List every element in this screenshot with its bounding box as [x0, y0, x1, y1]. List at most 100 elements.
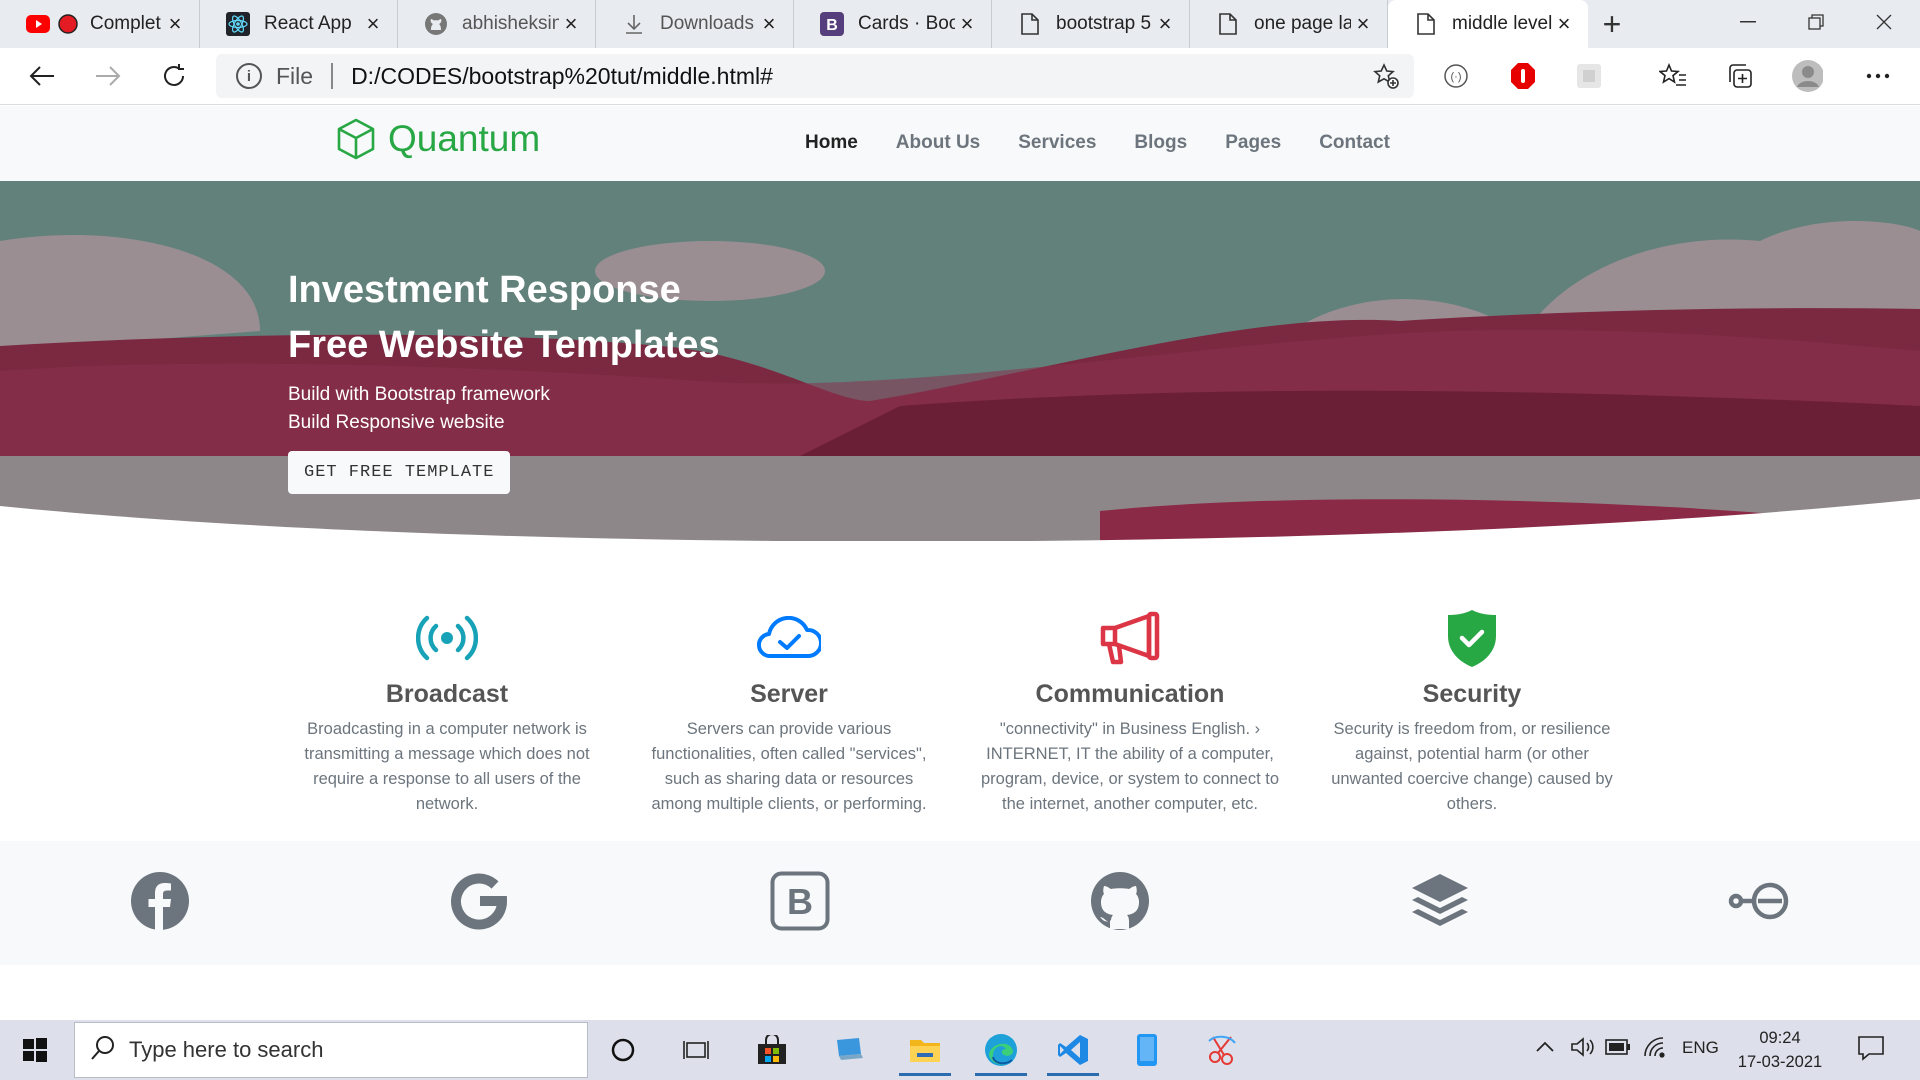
site-brand[interactable]: Quantum [336, 118, 540, 160]
store-icon[interactable] [752, 1030, 792, 1070]
task-view-icon[interactable] [676, 1030, 716, 1070]
hero-title-line-2: Free Website Templates [288, 324, 720, 366]
close-icon[interactable]: × [559, 11, 583, 36]
info-icon[interactable]: i [236, 63, 262, 89]
close-icon[interactable]: × [361, 11, 385, 36]
new-tab-button[interactable]: + [1588, 0, 1636, 48]
feature-title: Communication [1035, 680, 1225, 708]
nav-link-contact[interactable]: Contact [1300, 132, 1409, 154]
features-section: Broadcast Broadcasting in a computer net… [0, 606, 1920, 842]
more-menu-icon[interactable] [1862, 60, 1894, 92]
cloud-check-icon [639, 606, 939, 670]
system-clock[interactable]: 09:24 17-03-2021 [1730, 1026, 1830, 1074]
tab-middle-level[interactable]: middle level × [1388, 0, 1588, 48]
feature-communication: Communication "connectivity" in Business… [980, 606, 1280, 817]
tab-title: bootstrap 5 [1056, 13, 1152, 34]
clock-date: 17-03-2021 [1737, 1053, 1823, 1071]
recording-icon [56, 12, 80, 36]
taskbar-search-box[interactable]: Type here to search [74, 1022, 588, 1078]
minimize-icon[interactable] [1714, 0, 1782, 44]
google-icon[interactable] [445, 867, 513, 935]
vscode-icon[interactable] [1047, 1030, 1099, 1076]
nav-link-pages[interactable]: Pages [1206, 132, 1300, 154]
tab-downloads[interactable]: Downloads × [596, 0, 794, 48]
file-icon [1018, 12, 1042, 36]
file-icon [1414, 12, 1438, 36]
refresh-icon[interactable] [154, 56, 194, 96]
key-icon[interactable] [1726, 867, 1794, 935]
download-icon [622, 12, 646, 36]
battery-icon[interactable] [1605, 1039, 1631, 1060]
restore-icon[interactable] [1782, 0, 1850, 44]
nav-link-about-us[interactable]: About Us [877, 132, 999, 154]
close-icon[interactable]: × [955, 11, 979, 36]
favorites-icon[interactable] [1657, 60, 1689, 92]
youtube-icon [26, 12, 50, 36]
feature-text: Servers can provide various functionalit… [651, 720, 927, 813]
svg-text:B: B [787, 881, 813, 922]
feature-security: Security Security is freedom from, or re… [1322, 606, 1622, 817]
snipping-tool-icon[interactable] [1202, 1030, 1242, 1070]
tab-title: middle level [1452, 13, 1552, 34]
back-arrow-icon[interactable] [22, 56, 62, 96]
file-explorer-icon[interactable] [899, 1030, 951, 1076]
close-icon[interactable]: × [757, 11, 781, 36]
adblock-extension-icon[interactable] [1507, 60, 1539, 92]
cortana-icon[interactable] [603, 1030, 643, 1070]
main-nav: Home About Us Services Blogs Pages Conta… [786, 132, 1409, 154]
hero-carousel: Investment Response Free Website Templat… [0, 181, 1920, 541]
forward-arrow-icon[interactable] [88, 56, 128, 96]
facebook-icon[interactable] [126, 867, 194, 935]
feature-server: Server Servers can provide various funct… [639, 606, 939, 817]
edge-browser-icon[interactable] [975, 1030, 1027, 1076]
broadcast-icon [297, 606, 597, 670]
close-icon[interactable]: × [1351, 11, 1375, 36]
windows-start-icon[interactable] [12, 1032, 58, 1068]
collections-icon[interactable] [1724, 60, 1756, 92]
nav-link-home[interactable]: Home [786, 132, 877, 154]
shield-check-icon [1322, 606, 1622, 670]
tab-title: Complet [90, 13, 161, 34]
address-bar[interactable]: i File D:/CODES/bootstrap%20tut/middle.h… [216, 54, 1414, 98]
extension-icon[interactable] [1573, 60, 1605, 92]
get-free-template-button[interactable]: GET FREE TEMPLATE [288, 451, 511, 494]
volume-icon[interactable] [1570, 1036, 1596, 1063]
tab-github[interactable]: abhisheksin × [398, 0, 596, 48]
tab-bootstrap-5[interactable]: bootstrap 5 × [992, 0, 1190, 48]
window-close-icon[interactable] [1850, 0, 1918, 44]
tab-youtube[interactable]: Complet × [0, 0, 200, 48]
feature-title: Security [1422, 680, 1522, 708]
tab-react-app[interactable]: React App × [200, 0, 398, 48]
nav-link-services[interactable]: Services [999, 132, 1115, 154]
close-icon[interactable]: × [163, 11, 187, 36]
feature-broadcast: Broadcast Broadcasting in a computer net… [297, 606, 597, 817]
github-icon [424, 12, 448, 36]
tab-bootstrap-cards[interactable]: B Cards · Boot × [794, 0, 992, 48]
profile-avatar-icon[interactable] [1791, 60, 1823, 92]
notifications-icon[interactable] [1857, 1035, 1885, 1066]
nav-link-blogs[interactable]: Blogs [1115, 132, 1206, 154]
github-icon[interactable] [1086, 867, 1154, 935]
close-icon[interactable]: × [1153, 11, 1177, 36]
search-icon [91, 1035, 115, 1066]
close-icon[interactable]: × [1552, 11, 1576, 36]
tab-one-page-layout[interactable]: one page la × [1190, 0, 1388, 48]
language-indicator[interactable]: ENG [1682, 1038, 1719, 1058]
feature-text: Security is freedom from, or resilience … [1331, 720, 1613, 813]
tab-title: one page la [1254, 13, 1351, 34]
box-icon [337, 118, 375, 160]
add-favorite-icon[interactable] [1372, 62, 1400, 95]
tab-title: Downloads [660, 13, 754, 34]
bootstrap-icon[interactable]: B [766, 867, 834, 935]
url-text[interactable]: D:/CODES/bootstrap%20tut/middle.html# [351, 63, 773, 90]
react-icon [226, 12, 250, 36]
chevron-up-icon[interactable] [1535, 1038, 1555, 1058]
feature-text: "connectivity" in Business English. › IN… [980, 720, 1280, 813]
reading-view-icon[interactable]: (·) [1440, 60, 1472, 92]
hero-title-line-1: Investment Response [288, 269, 681, 311]
layers-icon[interactable] [1406, 867, 1474, 935]
phone-app-icon[interactable] [1127, 1030, 1167, 1070]
wifi-icon[interactable] [1643, 1036, 1667, 1063]
this-pc-icon[interactable] [829, 1030, 869, 1070]
social-icons-bar: B [0, 841, 1920, 965]
